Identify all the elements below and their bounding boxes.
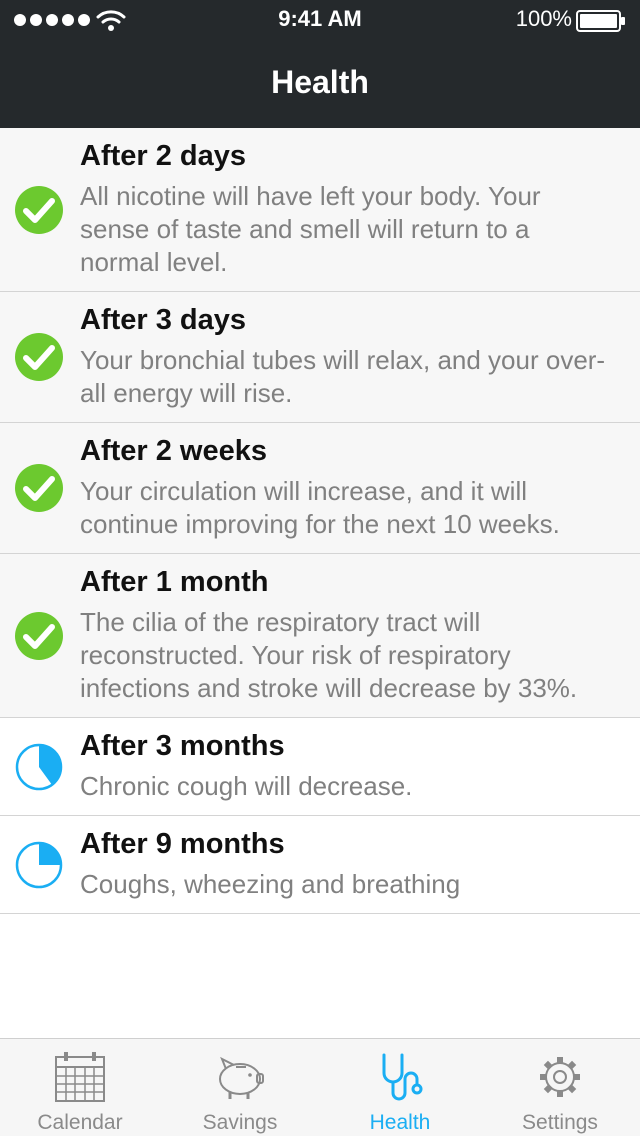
tab-health[interactable]: Health — [320, 1039, 480, 1136]
milestone-row[interactable]: After 2 days All nicotine will have left … — [0, 128, 640, 292]
milestone-description: All nicotine will have left your body. Y… — [80, 181, 541, 277]
stethoscope-icon — [382, 1053, 423, 1101]
milestone-row[interactable]: After 9 months Coughs, wheezing and breat… — [0, 816, 640, 914]
milestone-title: After 1 month — [80, 566, 269, 598]
tab-savings[interactable]: Savings — [160, 1039, 320, 1136]
milestone-description: Your circulation will increase, and it w… — [80, 476, 560, 539]
calendar-icon — [55, 1052, 105, 1102]
check-circle-icon — [15, 611, 63, 660]
progress-pie-icon — [15, 841, 63, 888]
gear-icon — [540, 1057, 580, 1097]
milestone-title: After 2 weeks — [80, 435, 267, 467]
milestone-title: After 2 days — [80, 140, 247, 172]
tab-label-health: Health — [369, 1111, 431, 1134]
milestone-row[interactable]: After 1 month The cilia of the respirator… — [0, 554, 640, 718]
milestone-description: The cilia of the respiratory tract will … — [80, 607, 578, 703]
milestone-row[interactable]: After 3 months Chronic cough will decreas… — [0, 718, 640, 816]
piggy-bank-icon — [219, 1056, 264, 1099]
tab-settings[interactable]: Settings — [480, 1039, 640, 1136]
milestone-row[interactable]: After 3 days Your bronchial tubes will re… — [0, 292, 640, 423]
header: 9:41 AM 100% Health — [0, 0, 640, 128]
milestone-description: Coughs, wheezing and breathing — [80, 869, 461, 899]
battery-percent: 100% — [515, 6, 572, 31]
tab-label-settings: Settings — [522, 1111, 598, 1134]
tab-label-savings: Savings — [202, 1111, 278, 1134]
milestone-title: After 9 months — [80, 828, 285, 860]
milestone-title: After 3 days — [80, 304, 247, 336]
battery-icon — [576, 10, 625, 32]
milestone-row[interactable]: After 2 weeks Your circulation will incre… — [0, 423, 640, 554]
milestone-description: Chronic cough will decrease. — [80, 771, 413, 801]
progress-pie-icon — [15, 743, 63, 790]
tab-label-calendar: Calendar — [37, 1111, 123, 1134]
milestone-description: Your bronchial tubes will relax, and you… — [80, 345, 606, 408]
check-circle-icon — [15, 464, 63, 512]
tab-calendar[interactable]: Calendar — [0, 1039, 160, 1136]
milestone-list[interactable]: After 2 days All nicotine will have left … — [0, 128, 640, 1038]
check-circle-icon — [15, 333, 63, 381]
tab-bar: Calendar Savings Health Settings — [0, 1038, 640, 1136]
check-circle-icon — [15, 185, 63, 234]
milestone-title: After 3 months — [80, 730, 285, 762]
status-bar: 9:41 AM 100% — [0, 0, 640, 40]
page-title: Health — [271, 64, 369, 100]
